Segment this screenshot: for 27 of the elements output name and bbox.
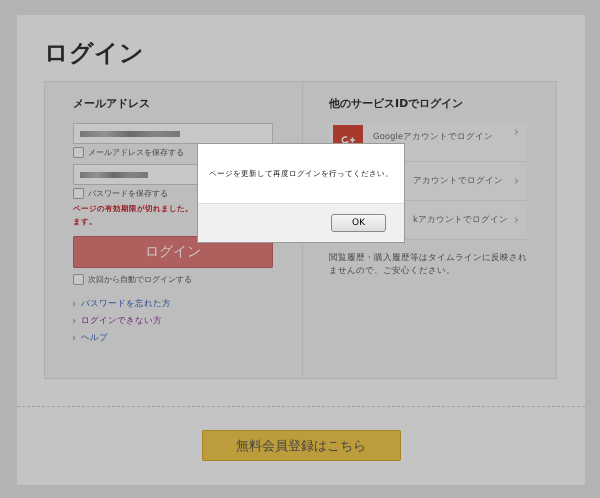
page-title: ログイン (44, 39, 145, 67)
bullet-icon (73, 300, 76, 306)
checkbox-label: 次回から自動でログインする (88, 274, 192, 285)
checkbox-label: メールアドレスを保存する (88, 147, 184, 158)
checkbox[interactable] (73, 188, 84, 199)
blurred-value (80, 172, 148, 178)
social-login-label: Googleアカウントでログイン (373, 131, 493, 143)
chevron-icon: › (514, 174, 519, 188)
checkbox[interactable] (73, 147, 84, 158)
section-heading: 他のサービスIDでログイン (329, 96, 464, 111)
register-button[interactable]: 無料会員登録はこちら (202, 430, 400, 461)
ok-button[interactable]: OK (331, 214, 386, 232)
section-heading: メールアドレス (73, 96, 151, 111)
social-login-label: kアカウントでログイン (413, 214, 508, 226)
chevron-icon: › (514, 212, 519, 228)
checkbox[interactable] (73, 274, 84, 285)
note-text: 閲覧履歴・購入履歴等はタイムラインに反映されませんので、ご安心ください。 (329, 252, 527, 278)
chevron-icon: › (514, 125, 519, 140)
help-link[interactable]: パスワードを忘れた方 (81, 298, 171, 310)
help-link[interactable]: ログインできない方 (81, 314, 162, 326)
email-field[interactable] (73, 123, 273, 144)
social-login-label: アカウントでログイン (413, 175, 503, 187)
login-button[interactable]: ログイン (73, 236, 273, 268)
checkbox-label: パスワードを保存する (88, 188, 168, 199)
bullet-icon (73, 318, 76, 324)
bullet-icon (73, 334, 76, 340)
help-link[interactable]: ヘルプ (81, 332, 108, 344)
